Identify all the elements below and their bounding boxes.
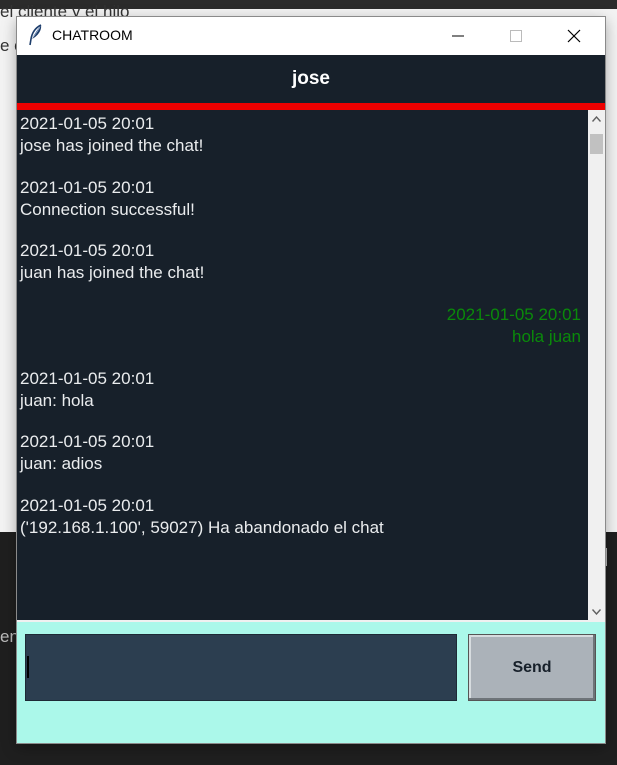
close-button[interactable] (551, 17, 597, 55)
message-input[interactable] (25, 634, 457, 701)
chat-scrollbar[interactable] (588, 110, 605, 620)
minimize-button[interactable] (435, 17, 481, 55)
chatroom-window: CHATROOM jose 2021-01-05 20:01 jose has j… (17, 17, 605, 743)
text-caret (27, 656, 29, 678)
maximize-button[interactable] (493, 17, 539, 55)
scroll-up-button[interactable] (588, 110, 605, 127)
chat-message: 2021-01-05 20:01 ('192.168.1.100', 59027)… (20, 495, 384, 539)
chevron-up-icon (592, 115, 601, 122)
minimize-icon (452, 35, 464, 37)
message-timestamp: 2021-01-05 20:01 (446, 305, 581, 324)
send-button[interactable]: Send (468, 634, 596, 701)
message-timestamp: 2021-01-05 20:01 (20, 114, 155, 133)
chat-message: 2021-01-05 20:01 Connection successful! (20, 177, 195, 221)
chat-log[interactable]: 2021-01-05 20:01 jose has joined the chat… (17, 110, 588, 620)
close-icon (567, 29, 581, 43)
chat-message: 2021-01-05 20:01 juan has joined the chat… (20, 240, 204, 284)
message-timestamp: 2021-01-05 20:01 (20, 496, 155, 515)
current-username: jose (291, 68, 331, 89)
feather-icon (29, 24, 42, 46)
chat-message: 2021-01-05 20:01 hola juan (447, 304, 581, 348)
message-text: juan: adios (20, 454, 103, 473)
message-text: hola juan (511, 327, 581, 346)
message-timestamp: 2021-01-05 20:01 (20, 369, 155, 388)
chat-message: 2021-01-05 20:01 jose has joined the chat… (20, 113, 203, 157)
scroll-thumb[interactable] (590, 134, 603, 154)
maximize-icon (510, 30, 522, 42)
window-title: CHATROOM (52, 27, 133, 43)
scroll-down-button[interactable] (588, 603, 605, 620)
title-bar[interactable]: CHATROOM (17, 17, 605, 55)
message-timestamp: 2021-01-05 20:01 (20, 178, 155, 197)
header-divider (17, 103, 605, 110)
message-text: jose has joined the chat! (20, 136, 204, 155)
message-timestamp: 2021-01-05 20:01 (20, 432, 155, 451)
message-text: Connection successful! (20, 200, 195, 219)
message-timestamp: 2021-01-05 20:01 (20, 241, 155, 260)
message-text: juan has joined the chat! (20, 263, 205, 282)
chevron-down-icon (592, 608, 601, 615)
message-text: juan: hola (20, 391, 94, 410)
input-panel: Send (17, 622, 605, 743)
chat-message: 2021-01-05 20:01 juan: hola (20, 368, 154, 412)
message-text: ('192.168.1.100', 59027) Ha abandonado e… (20, 518, 384, 537)
chat-message: 2021-01-05 20:01 juan: adios (20, 431, 154, 475)
background-mark (605, 548, 607, 566)
chat-header: jose (17, 55, 605, 103)
